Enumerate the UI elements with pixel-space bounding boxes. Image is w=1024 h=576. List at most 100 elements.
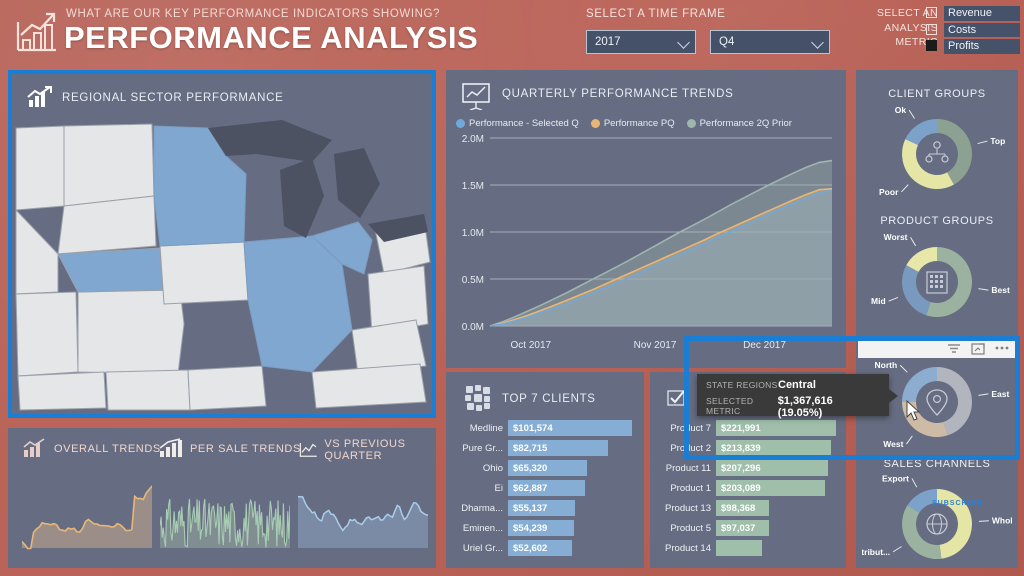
focus-mode-icon[interactable] — [971, 342, 985, 355]
sparkline-per-sale-trends[interactable] — [160, 476, 290, 554]
legend-item-2[interactable]: Performance 2Q Prior — [686, 118, 792, 129]
bar-value: $97,037 — [716, 520, 769, 536]
legend-label: Performance PQ — [603, 118, 675, 129]
metric-option-costs[interactable]: Costs — [926, 22, 1020, 37]
donut-chart-client-groups[interactable]: Top Poor Ok — [862, 104, 1012, 208]
network-clients-icon — [465, 385, 490, 411]
donut-slice-label: East — [991, 389, 1009, 399]
metric-option-revenue[interactable]: Revenue — [926, 6, 1020, 21]
timeframe-label: SELECT A TIME FRAME — [586, 8, 726, 20]
bar-row[interactable]: Product 5 $97,037 — [650, 520, 846, 536]
header-kicker: WHAT ARE OUR KEY PERFORMANCE INDICATORS … — [66, 8, 441, 20]
bar-chart-up-icon — [159, 438, 182, 457]
donut-slice-label: Distribut... — [862, 547, 890, 557]
year-slicer[interactable]: 2017 — [586, 30, 696, 54]
trend-header-per-sale[interactable]: PER SALE TRENDS — [158, 438, 301, 460]
bar-label: Uriel Gr... — [462, 542, 503, 554]
tooltip-value-state-regions: Central — [778, 379, 816, 391]
bar-label: Product 13 — [665, 502, 711, 514]
bar-value: $62,887 — [508, 480, 585, 496]
bar-value: $207,296 — [716, 460, 828, 476]
chart-panel-title: QUARTERLY PERFORMANCE TRENDS — [502, 88, 734, 100]
quarterly-area-chart[interactable]: 0.0M 0.5M 1.0M 1.5M 2.0M Oct 2017 Nov 2017 Dec… — [446, 132, 846, 362]
y-axis-tick: 0.5M — [462, 275, 484, 286]
filter-icon[interactable] — [946, 342, 962, 354]
bar-value: $54,239 — [508, 520, 574, 536]
bar-value: $98,368 — [716, 500, 769, 516]
tooltip-row: SELECTED METRIC $1,367,616 (19.05%) — [706, 395, 880, 419]
map-pin-icon — [926, 389, 948, 416]
bar-chart-growth-icon — [16, 12, 56, 52]
map-panel-title: REGIONAL SECTOR PERFORMANCE — [62, 92, 284, 104]
bar-value: $82,715 — [508, 440, 609, 456]
donut-title-3: SALES CHANNELS — [883, 458, 991, 470]
tooltip-key-state-regions: STATE REGIONS — [706, 380, 778, 390]
visual-hover-toolbar[interactable] — [858, 338, 1018, 358]
checkbox-icon[interactable] — [926, 40, 937, 51]
bar-chart-icon — [23, 438, 45, 457]
metric-option-label: Revenue — [944, 6, 1020, 21]
trend-header-vs-prev-quarter[interactable]: VS PREVIOUS QUARTER — [298, 438, 436, 462]
y-axis-tick: 1.5M — [462, 181, 484, 192]
chart-growth-icon — [27, 86, 52, 107]
donut-chart-product-groups[interactable]: Best Mid Worst — [862, 232, 1012, 336]
bar-value — [716, 540, 762, 556]
trend-label-overall: OVERALL TRENDS — [54, 443, 161, 455]
bar-value: $221,991 — [716, 420, 836, 436]
bar-row[interactable]: Ei $62,887 — [446, 480, 644, 496]
bar-row[interactable]: Product 2 $213,839 — [650, 440, 846, 456]
bar-row[interactable]: Medline $101,574 — [446, 420, 644, 436]
more-options-icon[interactable] — [994, 345, 1010, 351]
bar-row[interactable]: Product 7 $221,991 — [650, 420, 846, 436]
bar-row[interactable]: Product 14 — [650, 540, 846, 556]
bar-row[interactable]: Pure Gr... $82,715 — [446, 440, 644, 456]
x-axis-tick: Dec 2017 — [743, 340, 786, 351]
x-axis-tick: Nov 2017 — [634, 340, 677, 351]
tooltip-arrow — [889, 389, 898, 403]
bar-row[interactable]: Uriel Gr... $52,602 — [446, 540, 644, 556]
bar-row[interactable]: Ohio $65,320 — [446, 460, 644, 476]
bar-row[interactable]: Product 11 $207,296 — [650, 460, 846, 476]
bar-label: Ohio — [482, 462, 503, 474]
y-axis-tick: 1.0M — [462, 228, 484, 239]
chevron-down-icon — [677, 36, 690, 49]
metric-option-label: Costs — [944, 22, 1020, 37]
quarter-slicer[interactable]: Q4 — [710, 30, 830, 54]
bar-row[interactable]: Eminen... $54,239 — [446, 520, 644, 536]
bar-value: $213,839 — [716, 440, 832, 456]
donut-slice-label: Best — [991, 285, 1010, 295]
top-clients-panel[interactable]: TOP 7 CLIENTS Medline $101,574 Pure Gr... $… — [446, 372, 644, 568]
bar-label: Product 7 — [670, 422, 711, 434]
regional-sector-performance-panel[interactable]: REGIONAL SECTOR PERFORMANCE — [8, 70, 436, 418]
trend-label-vs-prev-quarter: VS PREVIOUS QUARTER — [324, 438, 406, 462]
bar-label: Product 5 — [670, 522, 711, 534]
bar-row[interactable]: Dharma... $55,137 — [446, 500, 644, 516]
bar-row[interactable]: Product 13 $98,368 — [650, 500, 846, 516]
bar-row[interactable]: Product 1 $203,089 — [650, 480, 846, 496]
bar-label: Dharma... — [461, 502, 503, 514]
quarterly-performance-trends-panel[interactable]: QUARTERLY PERFORMANCE TRENDS Performance… — [446, 70, 846, 368]
tooltip-value-selected-metric: $1,367,616 (19.05%) — [777, 395, 833, 419]
bar-label: Medline — [469, 422, 503, 434]
metric-option-profits[interactable]: Profits — [926, 39, 1020, 54]
tooltip-row: STATE REGIONS Central — [706, 379, 880, 395]
legend-item-0[interactable]: Performance - Selected Q — [456, 118, 579, 129]
donut-slice-label: Top — [990, 136, 1005, 146]
page-title: PERFORMANCE ANALYSIS — [64, 20, 479, 55]
checkbox-icon[interactable] — [926, 23, 937, 35]
us-midwest-map[interactable] — [12, 114, 432, 414]
trend-header-overall[interactable]: OVERALL TRENDS — [22, 438, 161, 460]
bar-label: Ei — [494, 482, 503, 494]
trends-summary-panel: OVERALL TRENDS PER SALE TRENDS VS PREVIO… — [8, 428, 436, 568]
donut-chart-sales-channels[interactable]: Wholesale Distribut... Export — [862, 474, 1012, 576]
donut-slice-label: Worst — [884, 232, 908, 242]
sparkline-vs-previous-quarter[interactable] — [298, 476, 428, 554]
map-tooltip: STATE REGIONS Central SELECTED METRIC $1… — [697, 374, 889, 419]
legend-swatch-icon — [590, 119, 600, 128]
bar-label: Pure Gr... — [462, 442, 503, 454]
sparkline-overall-trends[interactable] — [22, 476, 152, 554]
checkmark-icon — [667, 390, 685, 406]
legend-item-1[interactable]: Performance PQ — [590, 118, 675, 129]
x-axis-tick: Oct 2017 — [511, 340, 552, 351]
checkbox-icon[interactable] — [926, 7, 937, 18]
